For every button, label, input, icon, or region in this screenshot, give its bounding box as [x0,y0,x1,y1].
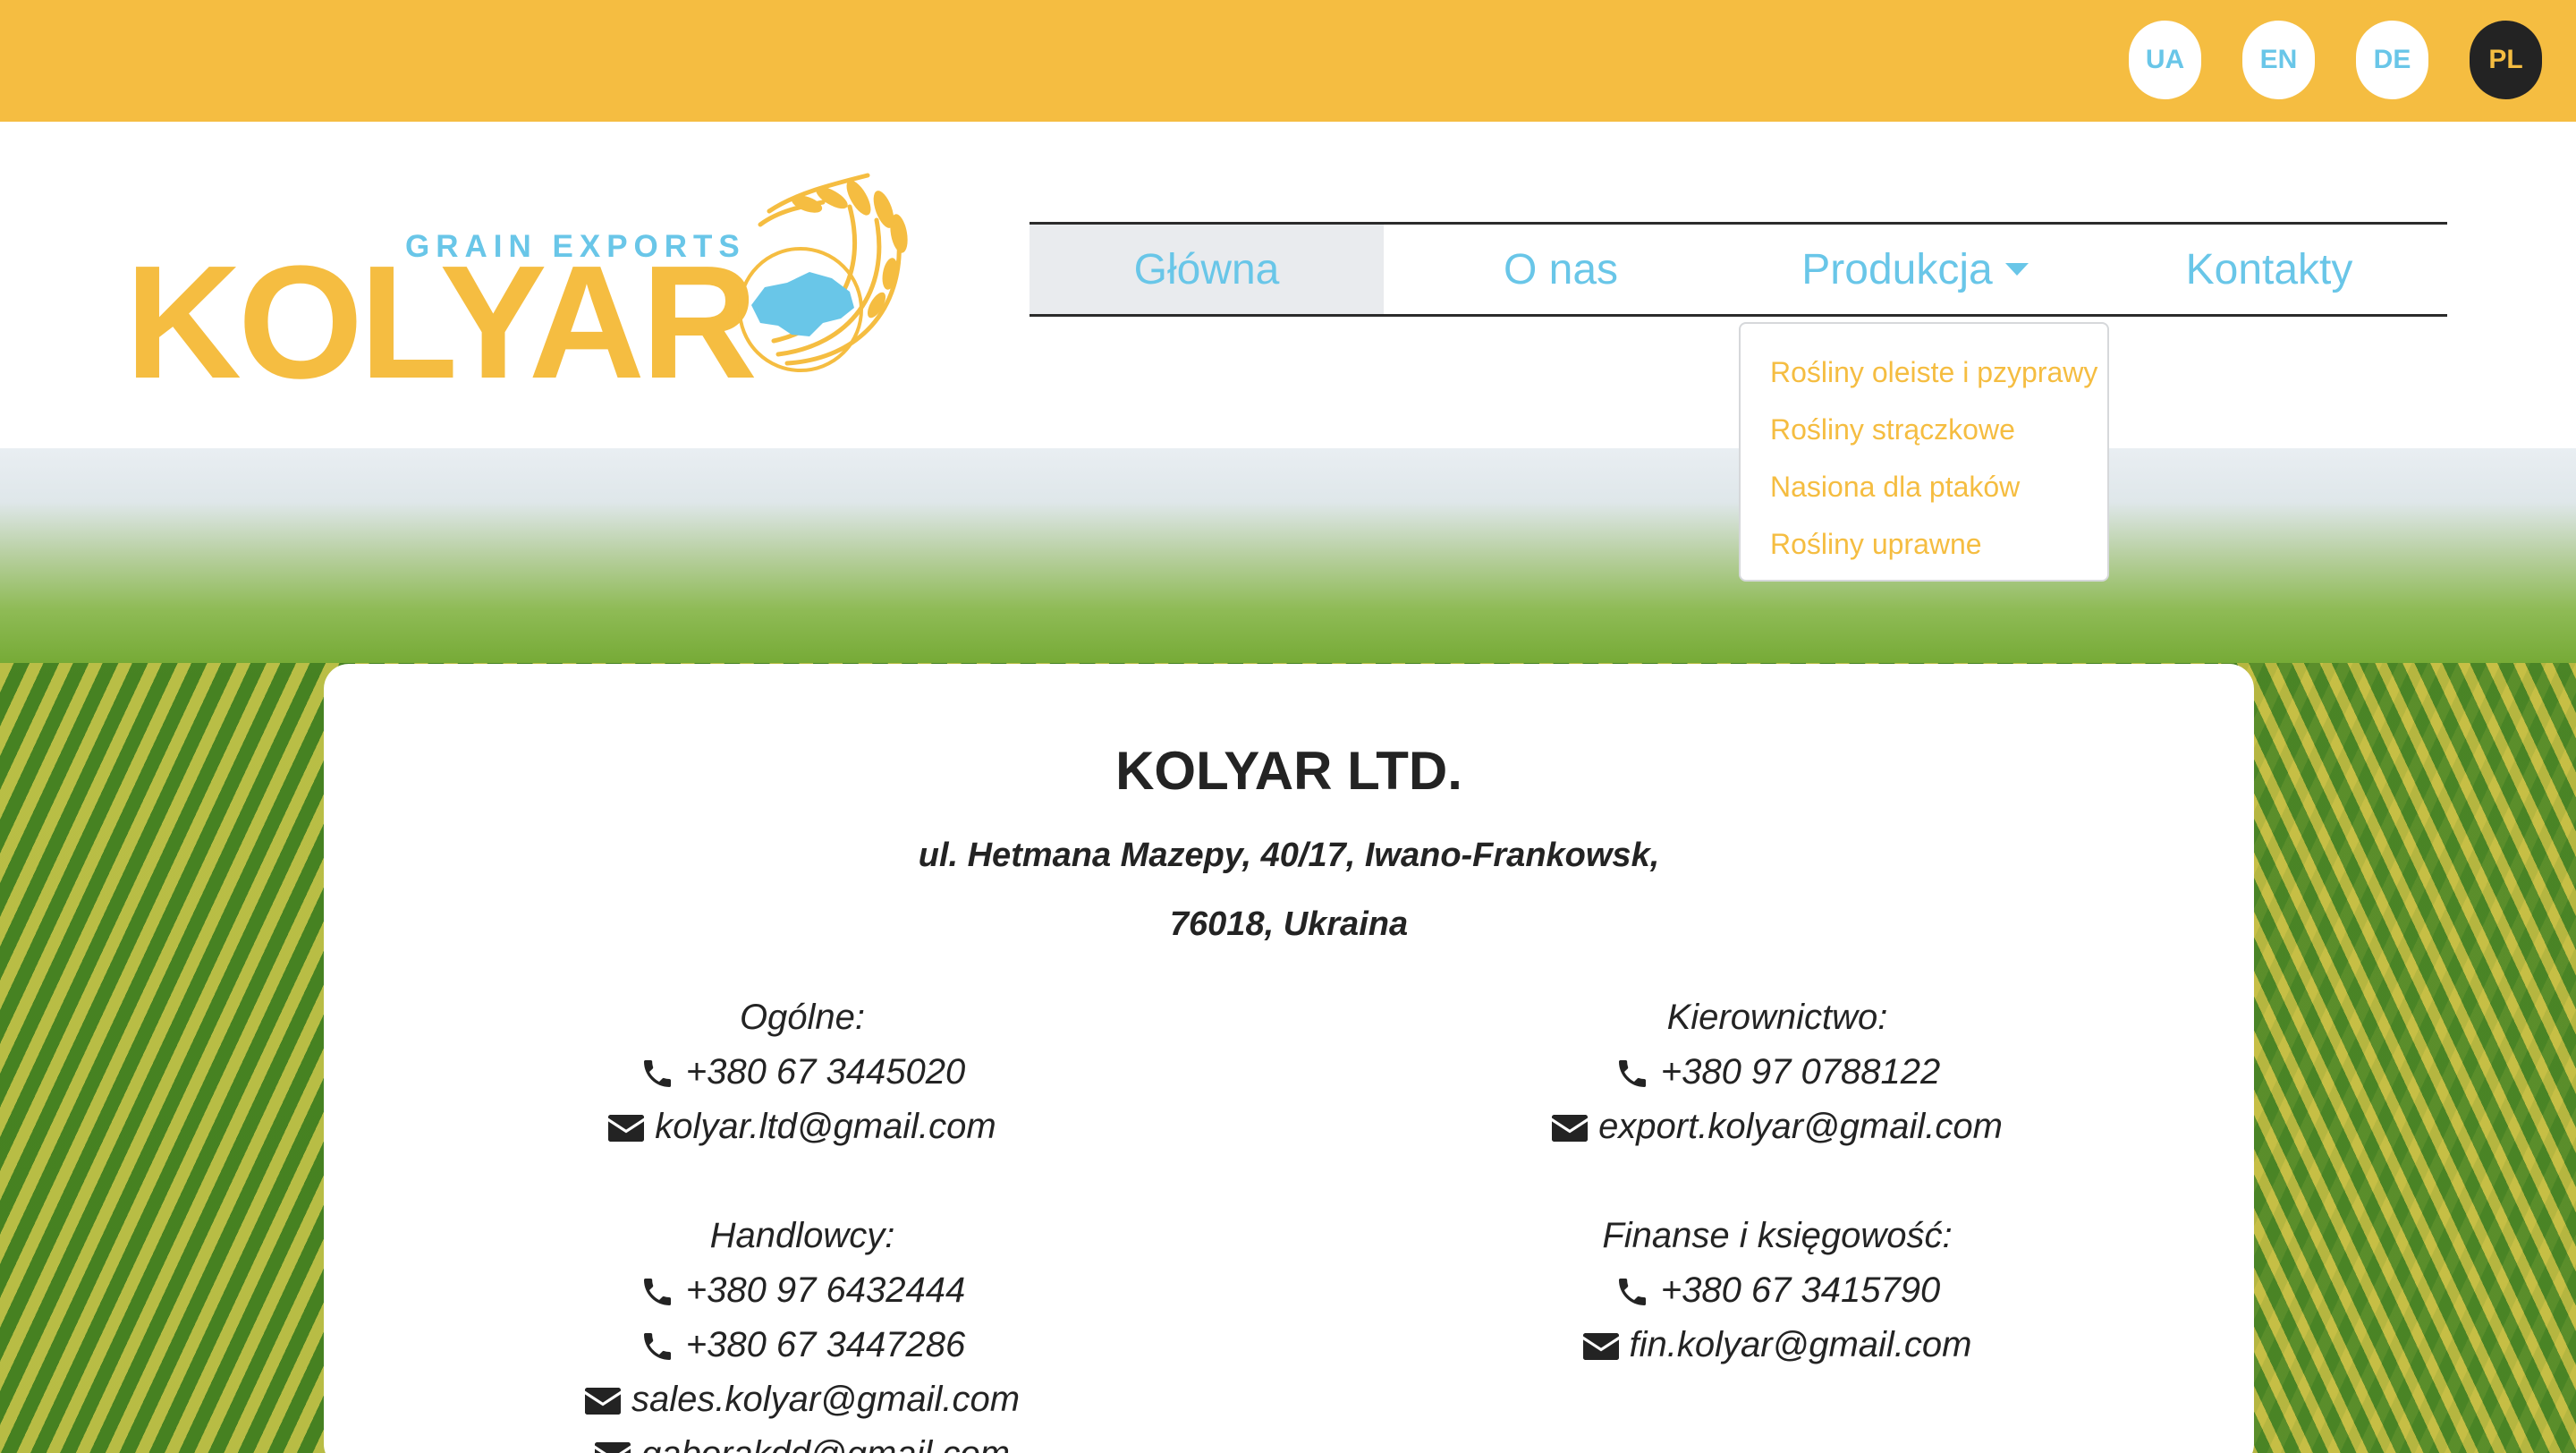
finance-phone-text: +380 67 3415790 [1660,1270,1941,1310]
main-navigation: Główna O nas Produkcja Kontakty [1030,222,2447,317]
management-phone[interactable]: +380 97 0788122 [1419,1045,2135,1100]
contacts-left-column: Ogólne: +380 67 3445020 kolyar.ltd@gmail… [445,990,1160,1453]
envelope-icon [584,1388,621,1415]
company-name: KOLYAR LTD. [1115,741,1462,801]
management-title: Kierownictwo: [1666,998,1888,1037]
contacts-right-column: Kierownictwo: +380 97 0788122 export.kol… [1419,990,2135,1372]
address-line-2: 76018, Ukraina [1169,905,1409,943]
dropdown-item-oilseeds[interactable]: Rośliny oleiste i pzyprawy [1741,344,2107,401]
envelope-icon [1552,1115,1589,1143]
general-email[interactable]: kolyar.ltd@gmail.com [445,1100,1160,1154]
finance-title: Finanse i księgowość: [1602,1216,1953,1255]
management-email-text: export.kolyar@gmail.com [1598,1107,2003,1146]
sales-phone-2-text: +380 67 3447286 [685,1325,966,1364]
general-phone-text: +380 67 3445020 [685,1052,966,1092]
envelope-icon [608,1115,645,1143]
lang-ua-button[interactable]: UA [2129,21,2201,99]
general-phone[interactable]: +380 67 3445020 [445,1045,1160,1100]
nav-home[interactable]: Główna [1030,225,1384,314]
sales-phone-1-text: +380 97 6432444 [685,1270,966,1310]
sales-phone-2[interactable]: +380 67 3447286 [445,1318,1160,1372]
finance-email[interactable]: fin.kolyar@gmail.com [1419,1318,2135,1372]
envelope-icon [1582,1333,1619,1361]
sales-email-2-text: gaborakdd@gmail.com [641,1434,1010,1453]
dropdown-item-bird-seeds[interactable]: Nasiona dla ptaków [1741,458,2107,515]
phone-icon [1618,1060,1646,1088]
sales-email-2[interactable]: gaborakdd@gmail.com [445,1427,1160,1453]
phone-icon [643,1333,671,1361]
phone-icon [643,1060,671,1088]
envelope-icon [595,1442,631,1453]
management-email[interactable]: export.kolyar@gmail.com [1419,1100,2135,1154]
lang-de-button[interactable]: DE [2356,21,2428,99]
phone-icon [643,1279,671,1306]
management-phone-text: +380 97 0788122 [1660,1052,1941,1092]
finance-email-text: fin.kolyar@gmail.com [1629,1325,1972,1364]
field-rows-pattern-right [2218,663,2576,1453]
sales-email-1[interactable]: sales.kolyar@gmail.com [445,1372,1160,1427]
phone-icon [1618,1279,1646,1306]
nav-products[interactable]: Produkcja [1738,225,2092,314]
sales-phone-1[interactable]: +380 97 6432444 [445,1263,1160,1318]
general-email-text: kolyar.ltd@gmail.com [655,1107,996,1146]
sales-email-1-text: sales.kolyar@gmail.com [631,1380,1021,1419]
address-line-1: ul. Hetmana Mazepy, 40/17, Iwano-Frankow… [918,837,1660,874]
lang-en-button[interactable]: EN [2242,21,2315,99]
nav-contacts[interactable]: Kontakty [2092,225,2446,314]
wheat-ukraine-emblem-icon [738,173,908,372]
nav-about[interactable]: O nas [1384,225,1738,314]
dropdown-item-crops[interactable]: Rośliny uprawne [1741,515,2107,573]
dropdown-item-legumes[interactable]: Rośliny strączkowe [1741,401,2107,458]
caret-down-icon [2004,263,2029,276]
finance-phone[interactable]: +380 67 3415790 [1419,1263,2135,1318]
site-header: GRAIN EXPORTS KOLYAR Główna O nas Produk… [0,122,2576,448]
contact-card: KOLYAR LTD. ul. Hetmana Mazepy, 40/17, I… [324,664,2254,1453]
sales-title: Handlowcy: [709,1216,895,1255]
top-language-bar: UA EN DE PL [0,0,2576,122]
lang-pl-button[interactable]: PL [2470,21,2542,99]
logo-name: KOLYAR [125,233,758,412]
nav-products-label: Produkcja [1801,245,1993,293]
products-dropdown-menu: Rośliny oleiste i pzyprawy Rośliny strąc… [1739,322,2109,582]
brand-logo[interactable]: GRAIN EXPORTS KOLYAR [125,149,930,417]
general-title: Ogólne: [739,998,866,1037]
